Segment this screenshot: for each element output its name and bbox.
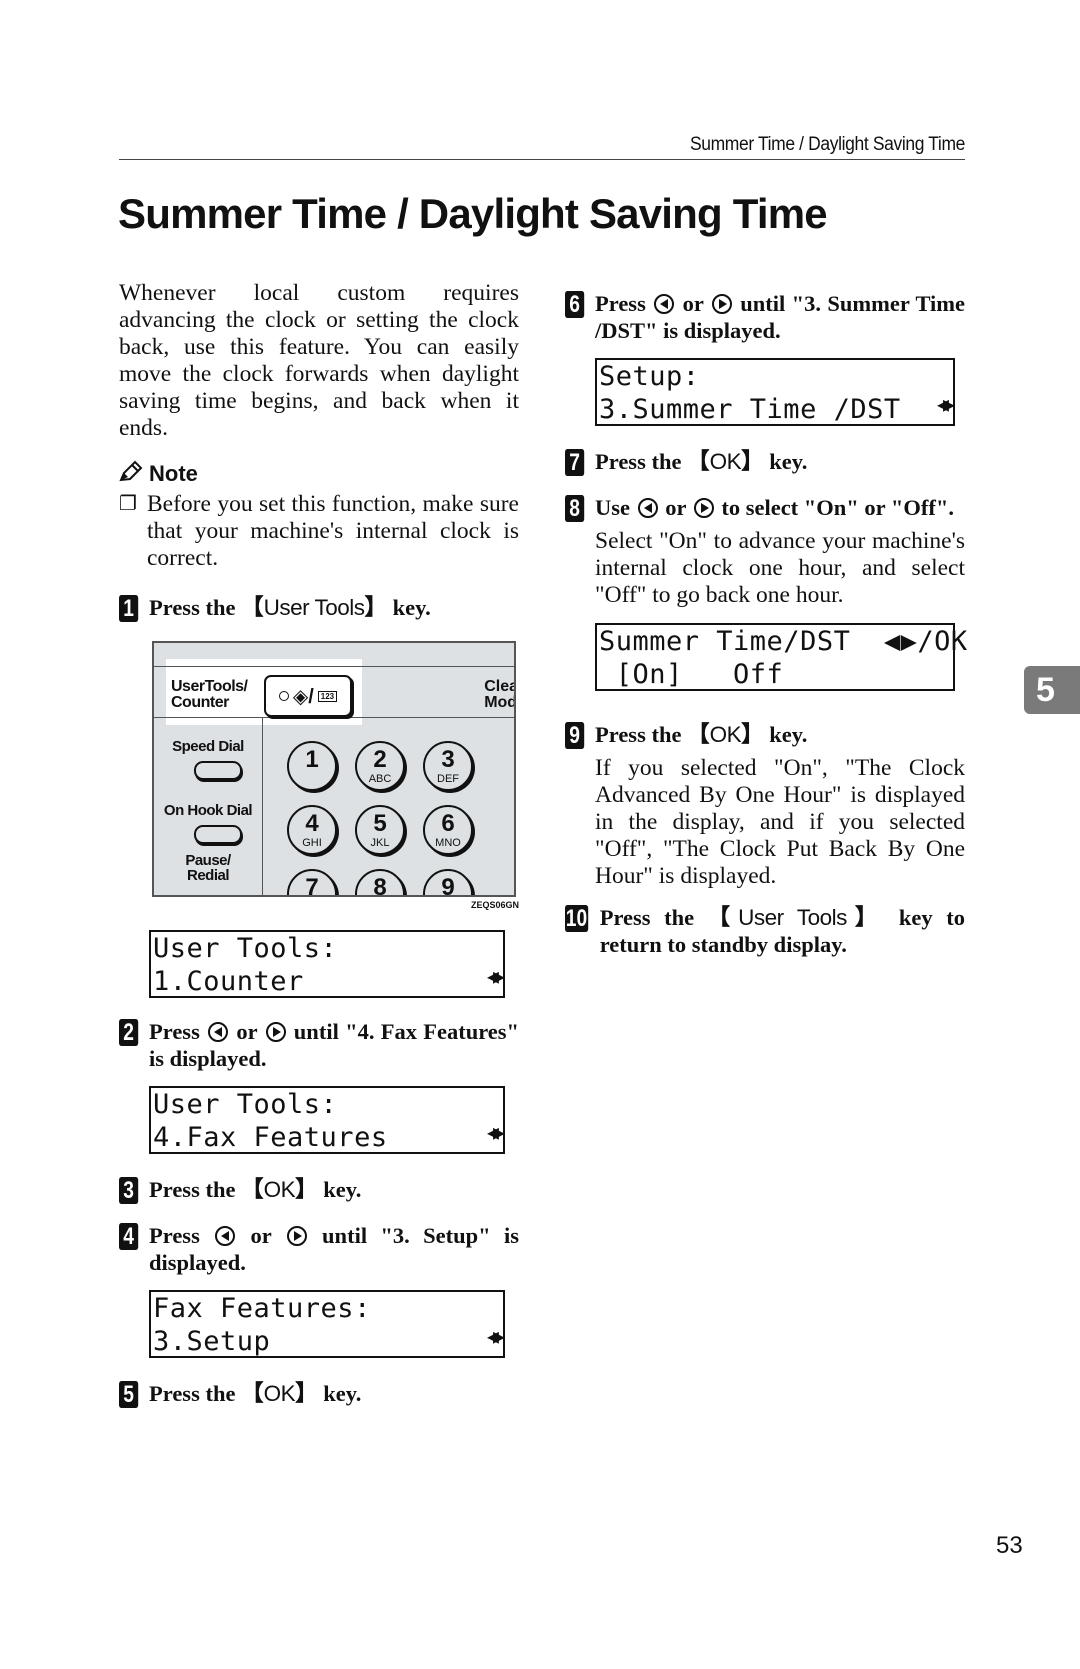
chapter-tab[interactable]: 5 [1024,666,1080,714]
figure-code: ZEQS06GN [471,900,520,910]
lcd-display-3: Fax Features: 3.Setup ◀▶ [149,1290,505,1358]
step-8: 8 Use or to select "On" or "Off". [565,494,965,522]
page-title: Summer Time / Daylight Saving Time [118,190,828,237]
step-number: 7 [565,449,585,476]
lcd-display-4: Setup: 3.Summer Time /DST ◀▶ [595,358,955,426]
step-number: 6 [565,291,585,318]
step-number: 3 [119,1177,139,1204]
page-number: 53 [996,1532,1023,1559]
keypad-key-3[interactable]: 3 DEF [423,741,473,791]
pencil-icon [119,460,143,487]
ok-key-label: OK [263,1381,296,1406]
step-number: 1 [119,595,139,622]
on-hook-dial-label: On Hook Dial [163,802,253,819]
speed-dial-label: Speed Dial [172,738,244,755]
left-right-arrows-icon: ◀▶ [936,392,955,416]
right-column: 6 Press or until "3. Summer Time /DST" i… [565,290,967,958]
lcd-display-2: User Tools: 4.Fax Features ◀▶ [149,1086,505,1154]
step-7: 7 Press the 【OK】 key. [565,448,965,476]
indicator-led-icon [278,691,289,701]
right-arrow-key-icon [693,498,714,518]
left-right-arrows-icon: ◀▶ [486,1324,505,1348]
step-5: 5 Press the 【OK】 key. [119,1380,519,1408]
lcd-display-5: Summer Time/DST ◀▶/OK [On] Off [595,623,967,691]
pause-redial-label: Pause/Redial [185,852,231,884]
step-10: 10 Press the 【User Tools】 key to return … [565,905,965,957]
keypad-key-2[interactable]: 2 ABC [355,741,405,791]
lcd-display-1: User Tools: 1.Counter ◀▶ [149,930,505,998]
running-header: Summer Time / Daylight Saving Time [689,134,965,155]
header-rule [119,159,965,160]
step-2: 2 Press or until "4. Fax Features" is di… [119,1018,519,1072]
step-9-description: If you selected "On", "The Clock Advance… [595,755,965,889]
keypad-key-5[interactable]: 5 JKL [355,805,405,855]
checkbox-bullet-icon: ❐ [119,493,137,515]
step-number: 10 [565,905,588,932]
right-arrow-key-icon [286,1226,307,1246]
step-9: 9 Press the 【OK】 key. [565,721,965,749]
speed-dial-key[interactable] [194,761,242,780]
keypad-key-7[interactable]: 7 [287,869,337,895]
user-tools-key[interactable]: ◈/ 123 [264,675,352,717]
left-arrow-key-icon [208,1022,229,1042]
left-arrow-key-icon [215,1226,236,1246]
user-tools-diamond-icon: ◈/ [292,685,314,708]
keypad-key-1[interactable]: 1 [287,741,337,791]
step-number: 4 [119,1223,139,1250]
step-8-description: Select "On" to advance your machine's in… [595,528,965,608]
keypad-key-6[interactable]: 6 MNO [423,805,473,855]
user-tools-key-label: User Tools [738,905,847,930]
on-hook-dial-key[interactable] [194,825,242,844]
step-number: 2 [119,1019,139,1046]
left-arrow-key-icon [654,294,675,314]
ok-key-label: OK [709,449,742,474]
step-3: 3 Press the 【OK】 key. [119,1176,519,1204]
note-item: ❐ Before you set this function, make sur… [119,491,519,572]
user-tools-counter-label: UserTools/Counter [171,678,248,711]
intro-paragraph: Whenever local custom requires advancing… [119,280,519,441]
keypad-key-4[interactable]: 4 GHI [287,805,337,855]
ok-key-label: OK [263,1177,296,1202]
step-number: 8 [565,495,585,522]
note-heading: Note [119,460,519,487]
keypad-key-9[interactable]: 9 [423,869,473,895]
right-arrow-key-icon [265,1022,286,1042]
counter-icon: 123 [317,690,338,702]
step-4: 4 Press or until "3. Setup" is displayed… [119,1222,519,1276]
keypad-key-8[interactable]: 8 [355,869,405,895]
left-right-arrows-icon: ◀▶ [486,1120,505,1144]
note-label: Note [149,460,198,486]
right-arrow-key-icon [711,294,732,314]
ok-key-label: OK [709,722,742,747]
control-panel-illustration: UserTools/Counter ◈/ 123 Clea Mod Speed D… [152,641,516,897]
left-arrow-key-icon [637,498,658,518]
left-right-arrows-icon: ◀▶ [486,964,505,988]
step-6: 6 Press or until "3. Summer Time /DST" i… [565,290,965,344]
user-tools-key-label: User Tools [263,595,365,620]
clear-modes-label: Clea Mod [484,678,516,711]
step-number: 5 [119,1381,139,1408]
note-text: Before you set this function, make sure … [147,491,519,571]
step-1: 1 Press the 【User Tools】 key. [119,594,519,622]
step-number: 9 [565,722,585,749]
